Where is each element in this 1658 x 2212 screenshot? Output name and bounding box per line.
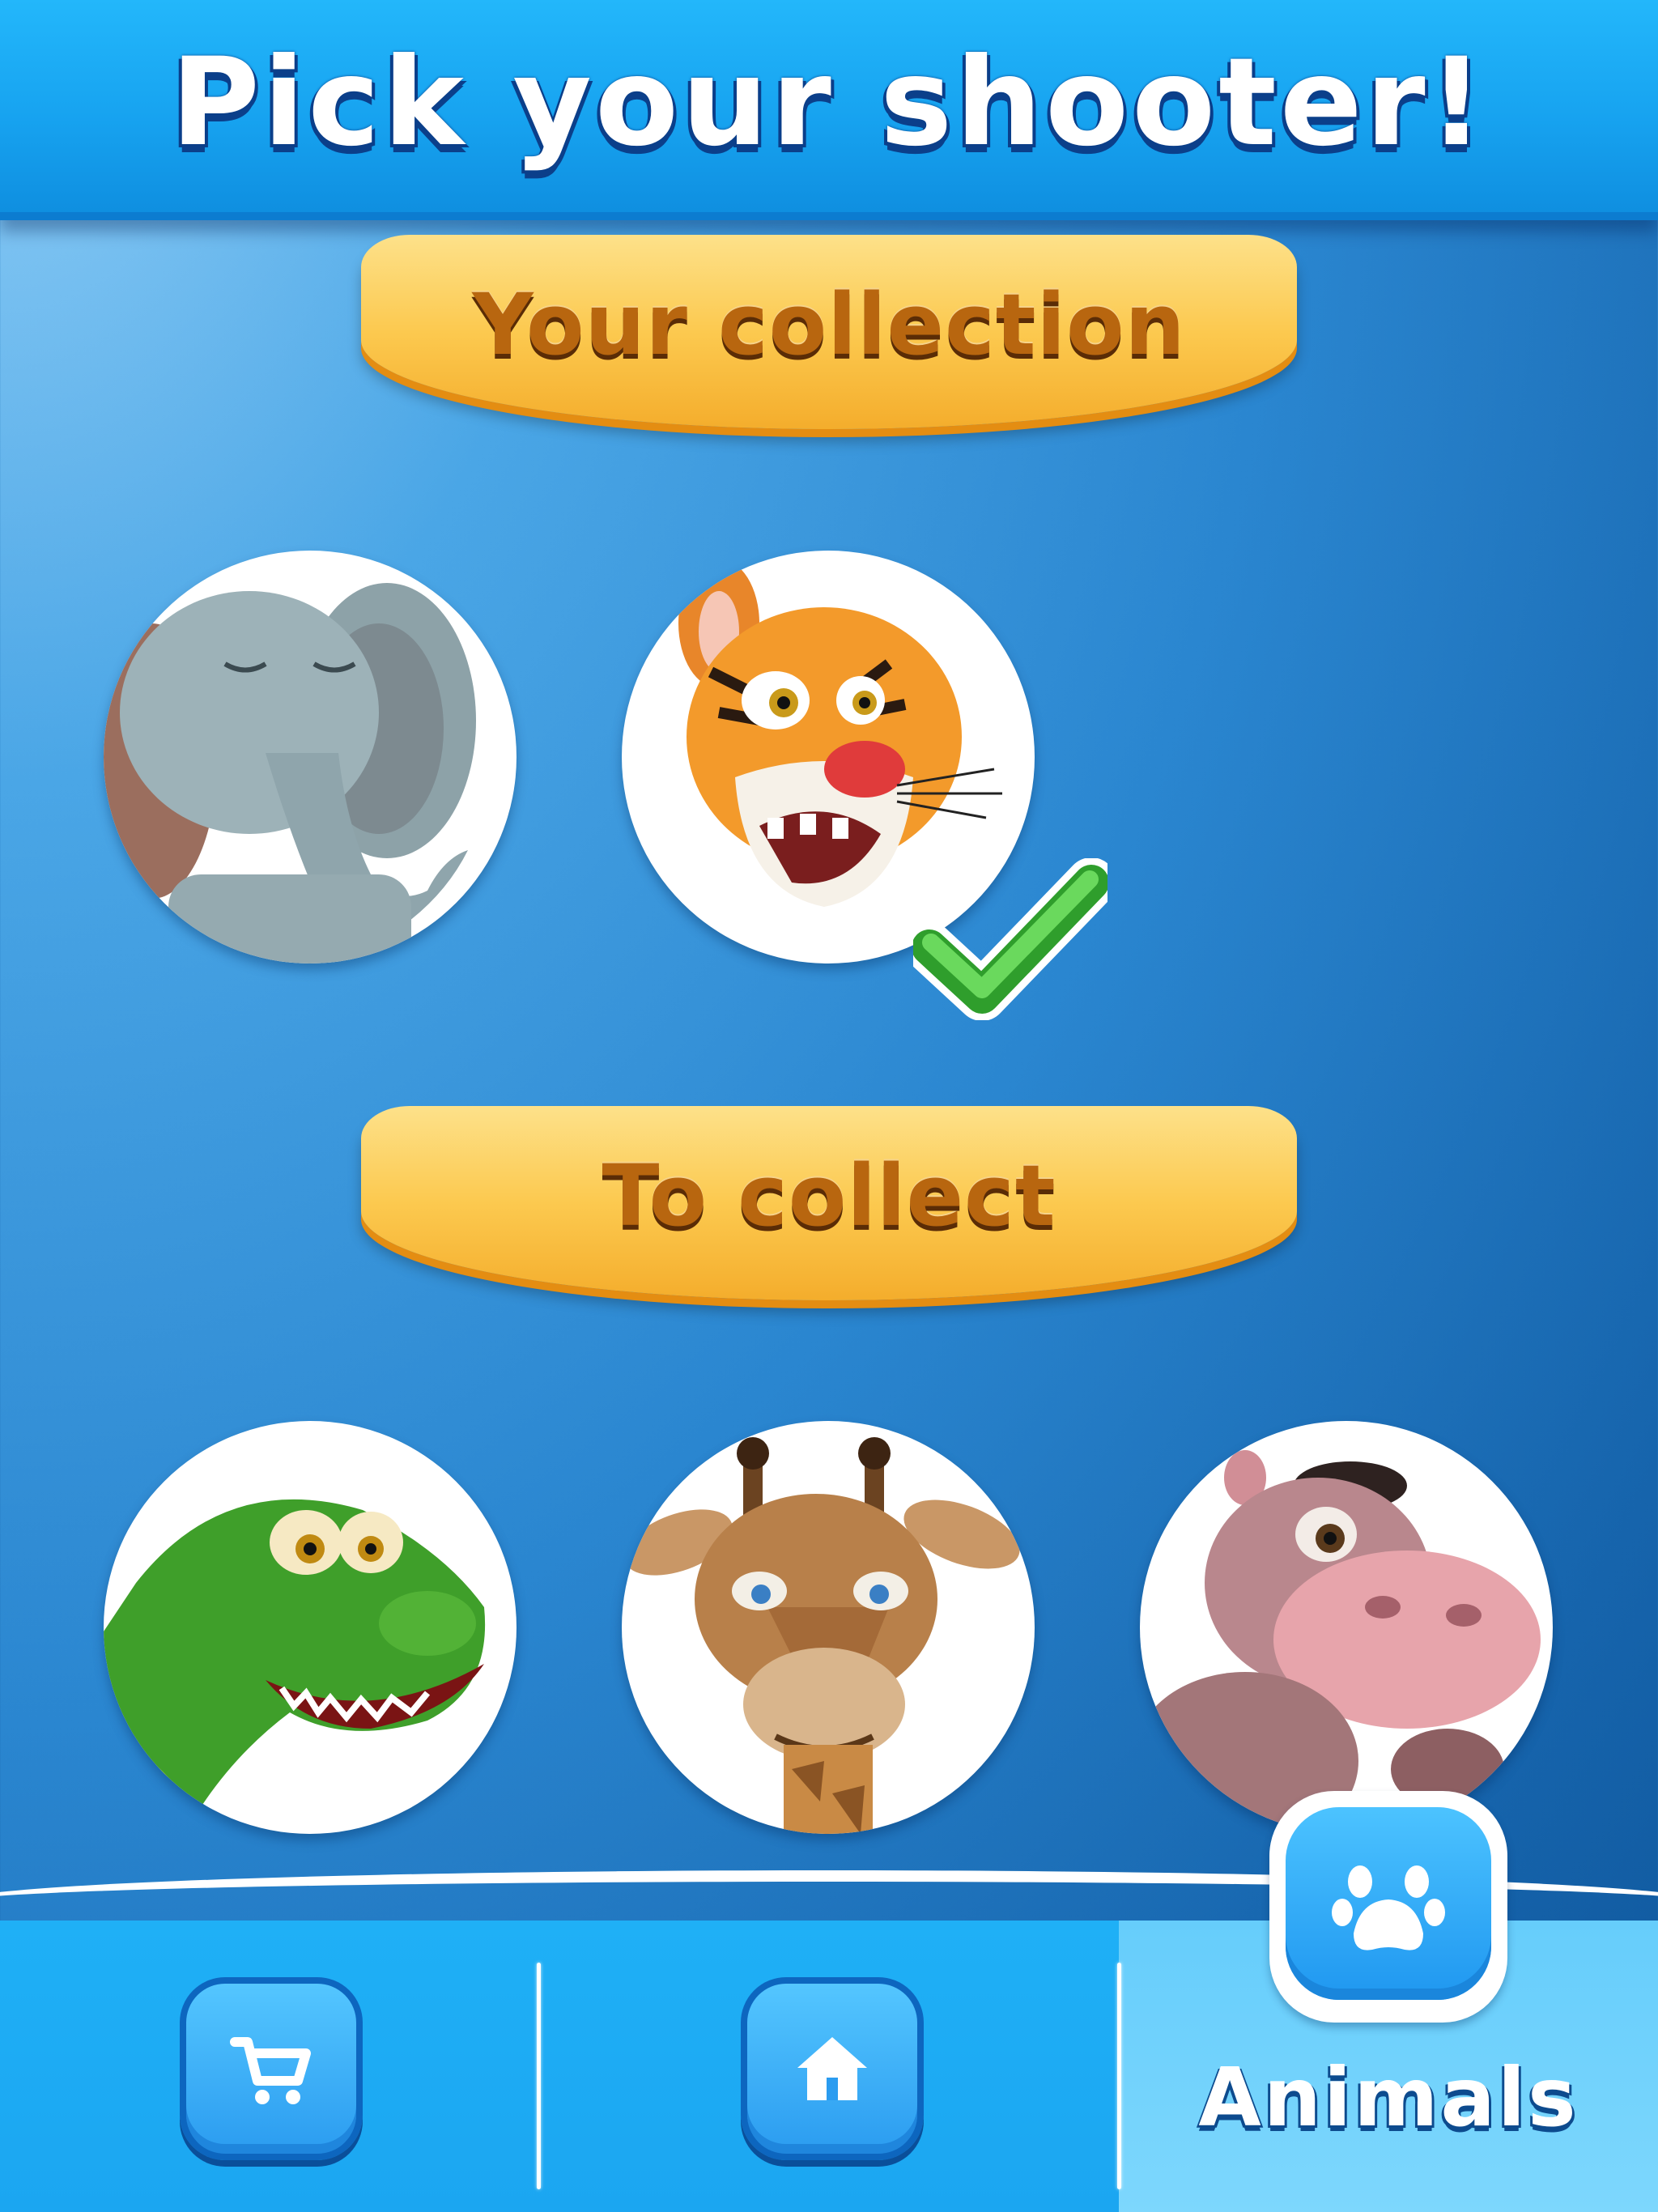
nav-label-animals[interactable]: Animals [1119,2050,1658,2145]
collection-banner: Your collection [361,235,1297,429]
collection-banner-label: Your collection [472,275,1186,374]
animal-card-hippo[interactable] [1140,1421,1553,1834]
animal-card-giraffe[interactable] [622,1421,1035,1834]
shop-button[interactable] [180,1977,363,2160]
animal-card-elephant[interactable] [104,551,517,963]
animals-tab-button[interactable] [1269,1791,1507,2023]
to-collect-banner-label: To collect [602,1146,1056,1245]
home-icon [797,2037,867,2100]
animals-tab-button-inner[interactable] [1286,1807,1491,2000]
hippo-avatar [1140,1450,1541,1834]
elephant-avatar [104,583,476,963]
paw-icon [1332,1865,1445,1950]
selected-check-icon [913,858,1107,1020]
home-button[interactable] [741,1977,924,2160]
header-bar: Pick your shooter! [0,0,1658,220]
cart-icon [230,2037,311,2104]
nav-divider [537,1963,541,2189]
animal-card-crocodile[interactable] [104,1421,517,1834]
to-collect-banner: To collect [361,1106,1297,1300]
crocodile-avatar [104,1499,486,1834]
page-title: Pick your shooter! [170,32,1488,173]
giraffe-avatar [624,1437,1020,1834]
